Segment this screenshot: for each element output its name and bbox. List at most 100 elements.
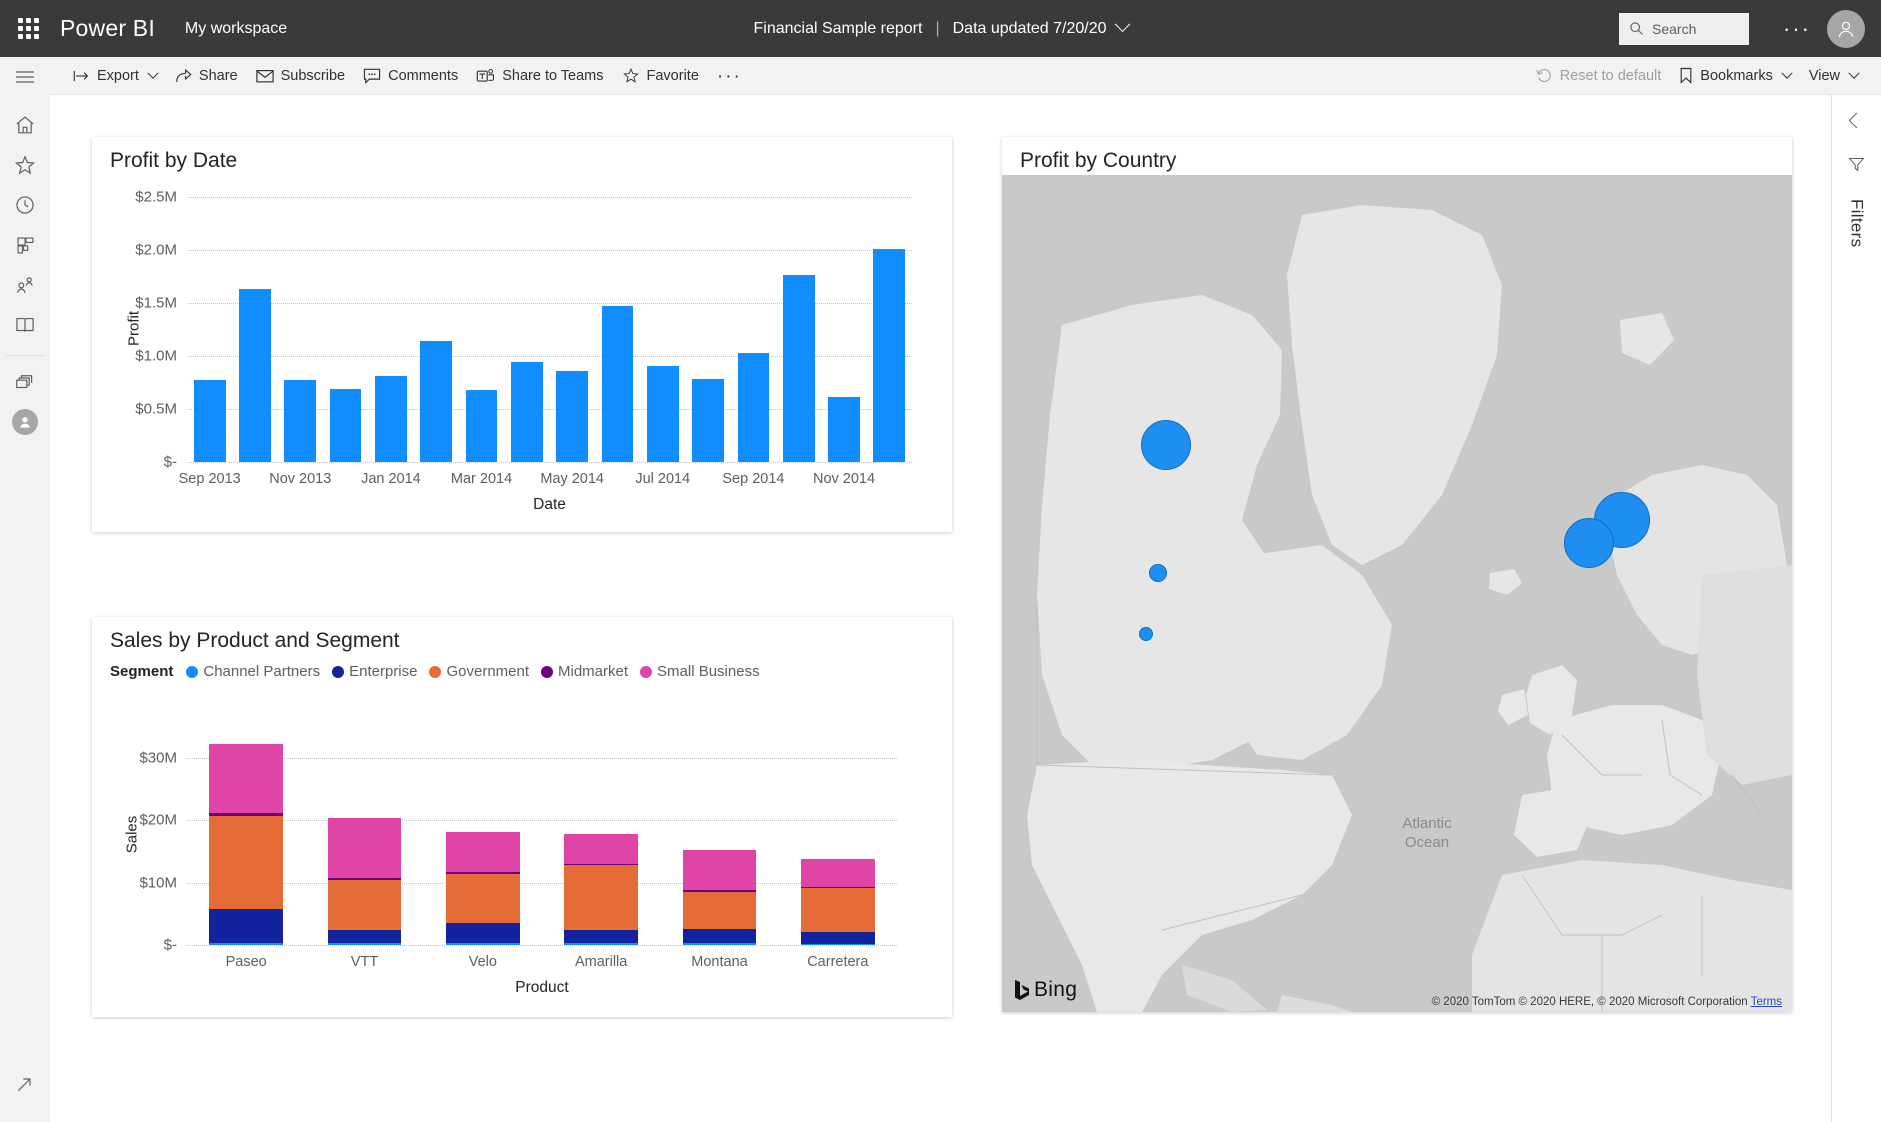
- chart2-bar-segment[interactable]: [209, 908, 283, 943]
- chart1-bar[interactable]: [556, 370, 589, 462]
- filter-funnel-icon[interactable]: [1848, 156, 1865, 173]
- chart1-bar[interactable]: [420, 341, 453, 462]
- map-bubble[interactable]: [1564, 518, 1614, 568]
- share-to-teams-button[interactable]: Share to Teams: [467, 61, 612, 91]
- chart2-bar-segment[interactable]: [327, 930, 402, 944]
- legend-item[interactable]: Channel Partners: [186, 663, 320, 680]
- subscribe-button[interactable]: Subscribe: [247, 61, 354, 91]
- sidebar-expand-button[interactable]: [0, 1064, 50, 1104]
- search-input[interactable]: Search: [1619, 12, 1750, 45]
- reset-to-default-button[interactable]: Reset to default: [1527, 61, 1671, 91]
- chart2-bar-segment[interactable]: [801, 943, 875, 945]
- chart2-bar-segment[interactable]: [209, 816, 283, 909]
- chart1-bar[interactable]: [782, 275, 815, 462]
- chart2-bar-segment[interactable]: [564, 930, 638, 944]
- bookmarks-button[interactable]: Bookmarks: [1670, 61, 1800, 91]
- chart1-bar[interactable]: [284, 380, 317, 462]
- waffle-grid-icon[interactable]: [0, 0, 56, 57]
- comments-button[interactable]: Comments: [354, 61, 467, 91]
- chart2-bar-segment[interactable]: [446, 872, 520, 875]
- map-terms-link[interactable]: Terms: [1751, 996, 1782, 1008]
- map-bubble[interactable]: [1141, 420, 1191, 470]
- chart2-bar-segment[interactable]: [446, 874, 520, 924]
- chevron-left-icon[interactable]: [1848, 112, 1865, 129]
- map-bubble[interactable]: [1139, 627, 1153, 641]
- chart1-bar[interactable]: [193, 380, 226, 462]
- chart2-bar-segment[interactable]: [801, 888, 875, 933]
- chart1-bar[interactable]: [601, 306, 634, 462]
- chart2-bar-segment[interactable]: [682, 928, 757, 944]
- visual-profit-by-date[interactable]: Profit by Date Profit $2.5M $2.0M $1.5M $1.0…: [92, 137, 952, 532]
- share-button[interactable]: Share: [166, 61, 247, 91]
- map-surface[interactable]: Atlantic Ocean Bing © 2020 TomTom © 2020…: [1002, 175, 1792, 1012]
- sidebar-item-apps[interactable]: [0, 225, 50, 265]
- chart2-bar-segment[interactable]: [446, 923, 520, 944]
- sidebar-item-learn[interactable]: [0, 305, 50, 345]
- chart2-bar-segment[interactable]: [446, 943, 520, 945]
- chart1-bar[interactable]: [510, 362, 543, 462]
- chart2-bar-segment[interactable]: [682, 890, 757, 892]
- sidebar-item-favorites[interactable]: [0, 145, 50, 185]
- chart2-stacked-bar[interactable]: [446, 832, 520, 945]
- export-button[interactable]: Export: [64, 61, 166, 91]
- sidebar-item-home[interactable]: [0, 105, 50, 145]
- chart1-bar[interactable]: [646, 365, 679, 462]
- chart1-bar[interactable]: [692, 379, 724, 462]
- sidebar-item-recent[interactable]: [0, 185, 50, 225]
- chart2-stacked-bar[interactable]: [209, 744, 283, 945]
- chart2-bar-segment[interactable]: [327, 817, 402, 879]
- legend-item[interactable]: Government: [429, 663, 529, 680]
- chart2-bar-segment[interactable]: [327, 943, 402, 945]
- powerbi-brand[interactable]: Power BI: [60, 15, 155, 42]
- chart2-stacked-bar[interactable]: [682, 849, 757, 945]
- visual-profit-by-country[interactable]: Profit by Country Atlantic Ocean Bing © …: [1002, 137, 1792, 1012]
- sidebar-item-navigation[interactable]: [0, 57, 50, 97]
- chart1-bar[interactable]: [329, 388, 362, 462]
- chart1-bar[interactable]: [239, 289, 271, 462]
- chart2-bar-segment[interactable]: [564, 865, 638, 931]
- chart2-stacked-bar[interactable]: [564, 834, 638, 945]
- sidebar-item-workspaces[interactable]: [0, 362, 50, 402]
- sidebar-item-shared-with-me[interactable]: [0, 265, 50, 305]
- favorite-button[interactable]: Favorite: [613, 61, 708, 91]
- map-bubble[interactable]: [1149, 564, 1167, 582]
- chart2-bar-segment[interactable]: [209, 744, 283, 813]
- chart2-bar-segment[interactable]: [446, 832, 520, 873]
- chart2-bar-segment[interactable]: [801, 887, 875, 889]
- chart2-bar-segment[interactable]: [327, 878, 402, 880]
- chart1-bar[interactable]: [828, 397, 860, 462]
- chart1-bar[interactable]: [465, 389, 498, 462]
- bing-logo[interactable]: Bing: [1014, 978, 1077, 1002]
- chart2-bar-segment[interactable]: [564, 863, 638, 866]
- chart1-bar[interactable]: [737, 352, 770, 462]
- legend-item[interactable]: Small Business: [640, 663, 760, 680]
- chart2-stacked-bar[interactable]: [801, 859, 875, 945]
- workspace-breadcrumb[interactable]: My workspace: [185, 20, 287, 38]
- chart2-bar-segment[interactable]: [682, 891, 757, 929]
- chart2-bar-segment[interactable]: [801, 859, 875, 888]
- ellipsis-icon[interactable]: ···: [1767, 17, 1827, 39]
- data-updated-dropdown[interactable]: Data updated 7/20/20: [953, 16, 1130, 38]
- chart2-bar-segment[interactable]: [209, 812, 283, 817]
- more-options-button[interactable]: ···: [708, 61, 751, 91]
- chart2-bar-segment[interactable]: [682, 849, 757, 891]
- chart2-bar-segment[interactable]: [209, 942, 283, 945]
- chart2-stacked-bar[interactable]: [327, 817, 402, 945]
- view-button[interactable]: View: [1800, 61, 1867, 91]
- chart1-bar[interactable]: [873, 248, 906, 462]
- chart2-bar-segment[interactable]: [682, 943, 757, 945]
- chart2-gridline: [187, 882, 897, 884]
- chart2-bar-segment[interactable]: [564, 943, 638, 945]
- chart2-bar-segment[interactable]: [564, 834, 638, 864]
- sidebar-item-my-workspace[interactable]: [0, 402, 50, 442]
- chevron-down-icon: [1781, 67, 1793, 79]
- legend-item-label: Government: [446, 663, 530, 680]
- legend-item[interactable]: Enterprise: [332, 663, 417, 680]
- avatar[interactable]: [1827, 9, 1865, 48]
- chart2-bar-segment[interactable]: [327, 879, 402, 931]
- visual-sales-by-product-and-segment[interactable]: Sales by Product and Segment Segment Cha…: [92, 617, 952, 1017]
- legend-item[interactable]: Midmarket: [541, 663, 628, 680]
- chart2-bar-segment[interactable]: [801, 932, 875, 944]
- share-label: Share: [198, 67, 238, 84]
- chart1-bar[interactable]: [375, 376, 407, 462]
